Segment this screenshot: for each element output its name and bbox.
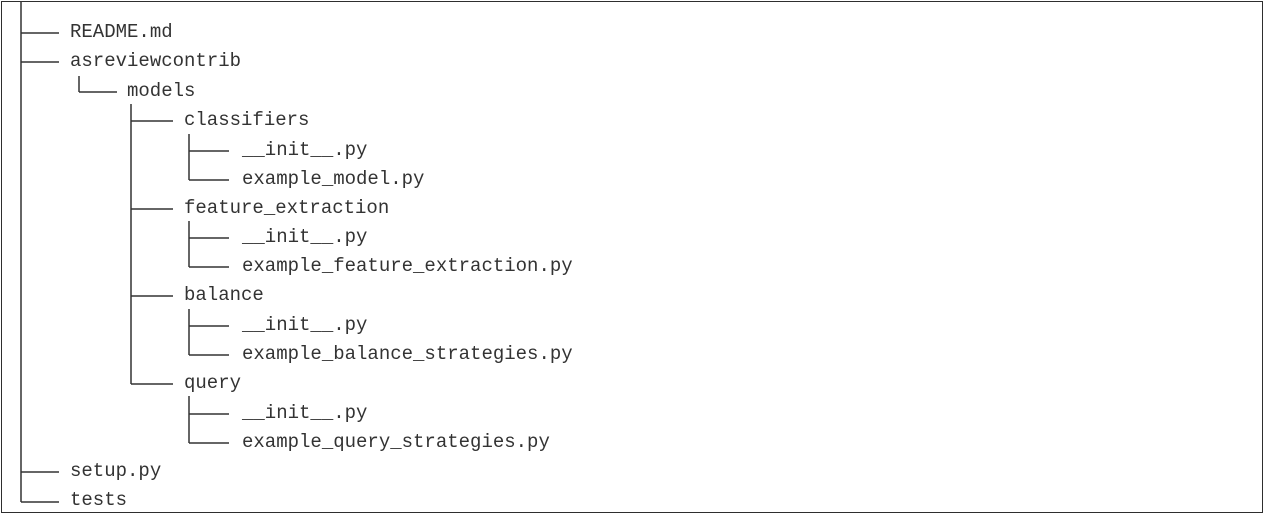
file-example-feature-extraction[interactable]: example_feature_extraction.py bbox=[242, 257, 573, 276]
folder-classifiers[interactable]: classifiers bbox=[184, 111, 309, 130]
file-example-query-strategies[interactable]: example_query_strategies.py bbox=[242, 433, 550, 452]
folder-feature-extraction[interactable]: feature_extraction bbox=[184, 199, 389, 218]
folder-tests[interactable]: tests bbox=[70, 491, 127, 510]
file-query-init[interactable]: __init__.py bbox=[242, 404, 367, 423]
folder-models[interactable]: models bbox=[127, 82, 195, 101]
file-tree-panel bbox=[1, 1, 1263, 513]
file-readme[interactable]: README.md bbox=[70, 23, 173, 42]
folder-balance[interactable]: balance bbox=[184, 286, 264, 305]
file-setup[interactable]: setup.py bbox=[70, 462, 161, 481]
folder-asreviewcontrib[interactable]: asreviewcontrib bbox=[70, 52, 241, 71]
file-example-balance-strategies[interactable]: example_balance_strategies.py bbox=[242, 345, 573, 364]
file-balance-init[interactable]: __init__.py bbox=[242, 316, 367, 335]
folder-query[interactable]: query bbox=[184, 374, 241, 393]
file-classifiers-init[interactable]: __init__.py bbox=[242, 141, 367, 160]
file-example-model[interactable]: example_model.py bbox=[242, 170, 424, 189]
file-feature-extraction-init[interactable]: __init__.py bbox=[242, 228, 367, 247]
